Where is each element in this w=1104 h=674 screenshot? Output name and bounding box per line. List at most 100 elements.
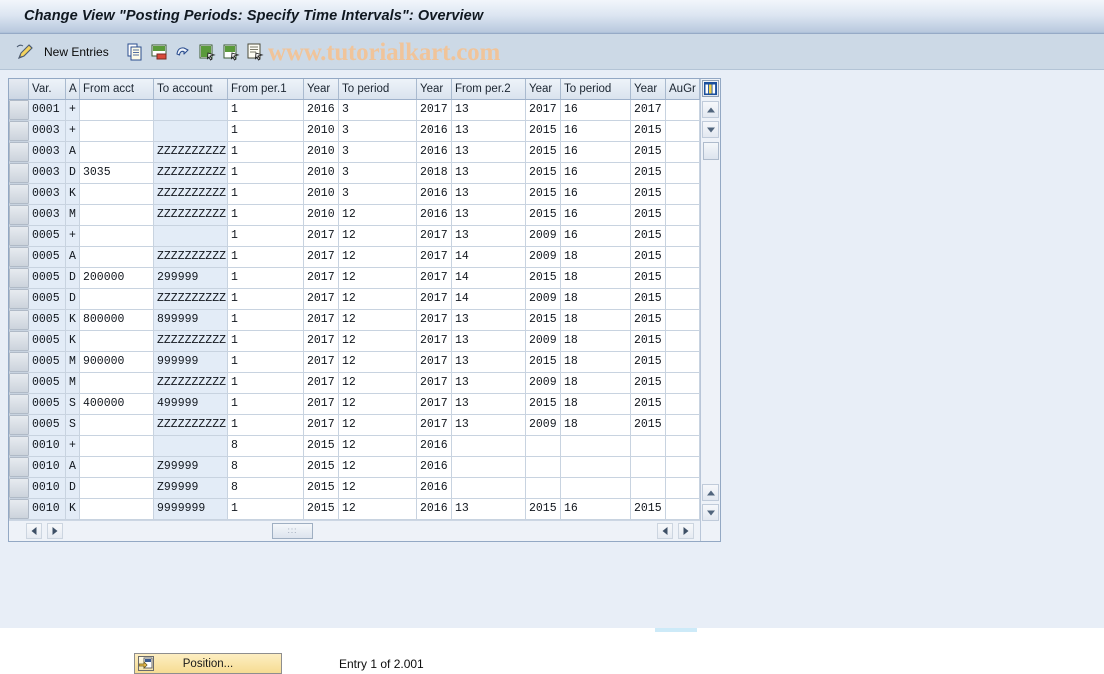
row-selector-button[interactable] <box>9 310 29 330</box>
cell-from_per2[interactable]: 14 <box>452 268 526 288</box>
cell-year1[interactable]: 2017 <box>304 415 339 435</box>
cell-year4[interactable] <box>631 457 666 477</box>
cell-to_acct[interactable] <box>154 100 228 120</box>
cell-augr[interactable] <box>666 415 700 435</box>
cell-year3[interactable]: 2015 <box>526 394 561 414</box>
copy-as-icon[interactable] <box>126 43 144 61</box>
new-entries-button[interactable]: New Entries <box>44 40 109 64</box>
cell-from_per1[interactable]: 1 <box>228 247 304 267</box>
cell-to_per2[interactable]: 18 <box>561 373 631 393</box>
cell-to_per1[interactable]: 3 <box>339 184 417 204</box>
cell-year2[interactable]: 2017 <box>417 289 452 309</box>
cell-a[interactable]: D <box>66 478 80 498</box>
cell-year4[interactable]: 2015 <box>631 247 666 267</box>
cell-to_per2[interactable]: 18 <box>561 415 631 435</box>
cell-year4[interactable]: 2015 <box>631 121 666 141</box>
cell-from_per2[interactable]: 13 <box>452 394 526 414</box>
cell-from_per2[interactable]: 13 <box>452 331 526 351</box>
cell-year3[interactable]: 2015 <box>526 142 561 162</box>
cell-to_per1[interactable]: 12 <box>339 352 417 372</box>
cell-from_acct[interactable] <box>80 499 154 519</box>
cell-to_acct[interactable]: Z99999 <box>154 457 228 477</box>
cell-augr[interactable] <box>666 121 700 141</box>
cell-a[interactable]: K <box>66 331 80 351</box>
delete-icon[interactable] <box>150 43 168 61</box>
cell-year3[interactable] <box>526 478 561 498</box>
cell-var[interactable]: 0010 <box>29 478 66 498</box>
cell-to_per1[interactable]: 12 <box>339 289 417 309</box>
column-header-year3[interactable]: Year <box>526 79 561 99</box>
cell-augr[interactable] <box>666 478 700 498</box>
cell-from_per2[interactable]: 13 <box>452 499 526 519</box>
cell-from_per2[interactable]: 13 <box>452 226 526 246</box>
cell-to_acct[interactable] <box>154 436 228 456</box>
cell-from_per1[interactable]: 1 <box>228 499 304 519</box>
cell-year1[interactable]: 2017 <box>304 247 339 267</box>
cell-from_per1[interactable]: 1 <box>228 226 304 246</box>
cell-from_per2[interactable]: 13 <box>452 415 526 435</box>
cell-to_per1[interactable]: 12 <box>339 436 417 456</box>
cell-augr[interactable] <box>666 100 700 120</box>
cell-to_per2[interactable]: 18 <box>561 310 631 330</box>
cell-from_acct[interactable] <box>80 457 154 477</box>
cell-var[interactable]: 0003 <box>29 184 66 204</box>
cell-var[interactable]: 0005 <box>29 268 66 288</box>
cell-from_per1[interactable]: 1 <box>228 415 304 435</box>
cell-from_per2[interactable]: 14 <box>452 289 526 309</box>
cell-year3[interactable]: 2009 <box>526 331 561 351</box>
table-row[interactable]: 0001 +1 2016 3 2017 13 2017 16 2017 <box>9 100 720 121</box>
cell-to_per1[interactable]: 3 <box>339 142 417 162</box>
cell-var[interactable]: 0005 <box>29 289 66 309</box>
cell-augr[interactable] <box>666 184 700 204</box>
cell-augr[interactable] <box>666 142 700 162</box>
cell-year3[interactable]: 2009 <box>526 226 561 246</box>
cell-to_per1[interactable]: 12 <box>339 331 417 351</box>
cell-year4[interactable]: 2015 <box>631 142 666 162</box>
table-row[interactable]: 0003 +1 2010 3 2016 13 2015 16 2015 <box>9 121 720 142</box>
pencil-icon[interactable] <box>12 40 38 64</box>
cell-augr[interactable] <box>666 499 700 519</box>
cell-to_per2[interactable]: 16 <box>561 163 631 183</box>
row-selector-button[interactable] <box>9 436 29 456</box>
cell-augr[interactable] <box>666 226 700 246</box>
cell-year1[interactable]: 2017 <box>304 289 339 309</box>
table-row[interactable]: 0005 S 400000 499999 1 2017 12 2017 13 2015 18 2015 <box>9 394 720 415</box>
cell-a[interactable]: D <box>66 268 80 288</box>
cell-var[interactable]: 0001 <box>29 100 66 120</box>
cell-var[interactable]: 0003 <box>29 121 66 141</box>
cell-year2[interactable]: 2016 <box>417 184 452 204</box>
cell-to_acct[interactable]: ZZZZZZZZZZ <box>154 163 228 183</box>
scroll-down-button[interactable] <box>702 121 719 138</box>
row-selector-button[interactable] <box>9 373 29 393</box>
cell-a[interactable]: D <box>66 289 80 309</box>
cell-year1[interactable]: 2015 <box>304 436 339 456</box>
column-header-year4[interactable]: Year <box>631 79 666 99</box>
column-header-year1[interactable]: Year <box>304 79 339 99</box>
cell-year2[interactable]: 2016 <box>417 142 452 162</box>
cell-from_acct[interactable] <box>80 331 154 351</box>
cell-year2[interactable]: 2017 <box>417 226 452 246</box>
cell-year1[interactable]: 2015 <box>304 499 339 519</box>
column-header-from_per2[interactable]: From per.2 <box>452 79 526 99</box>
cell-a[interactable]: + <box>66 121 80 141</box>
cell-from_per2[interactable] <box>452 478 526 498</box>
cell-to_per1[interactable]: 12 <box>339 310 417 330</box>
row-selector-button[interactable] <box>9 331 29 351</box>
cell-year4[interactable]: 2015 <box>631 163 666 183</box>
cell-to_acct[interactable]: Z99999 <box>154 478 228 498</box>
cell-year4[interactable] <box>631 436 666 456</box>
cell-from_acct[interactable] <box>80 205 154 225</box>
cell-to_per2[interactable]: 18 <box>561 289 631 309</box>
cell-year4[interactable]: 2017 <box>631 100 666 120</box>
cell-year2[interactable]: 2016 <box>417 457 452 477</box>
cell-from_per1[interactable]: 1 <box>228 205 304 225</box>
cell-year4[interactable]: 2015 <box>631 205 666 225</box>
cell-year2[interactable]: 2017 <box>417 100 452 120</box>
cell-year1[interactable]: 2010 <box>304 184 339 204</box>
cell-year4[interactable]: 2015 <box>631 268 666 288</box>
cell-to_acct[interactable]: ZZZZZZZZZZ <box>154 331 228 351</box>
cell-to_per2[interactable]: 16 <box>561 142 631 162</box>
cell-augr[interactable] <box>666 373 700 393</box>
cell-to_per2[interactable]: 18 <box>561 394 631 414</box>
cell-augr[interactable] <box>666 247 700 267</box>
